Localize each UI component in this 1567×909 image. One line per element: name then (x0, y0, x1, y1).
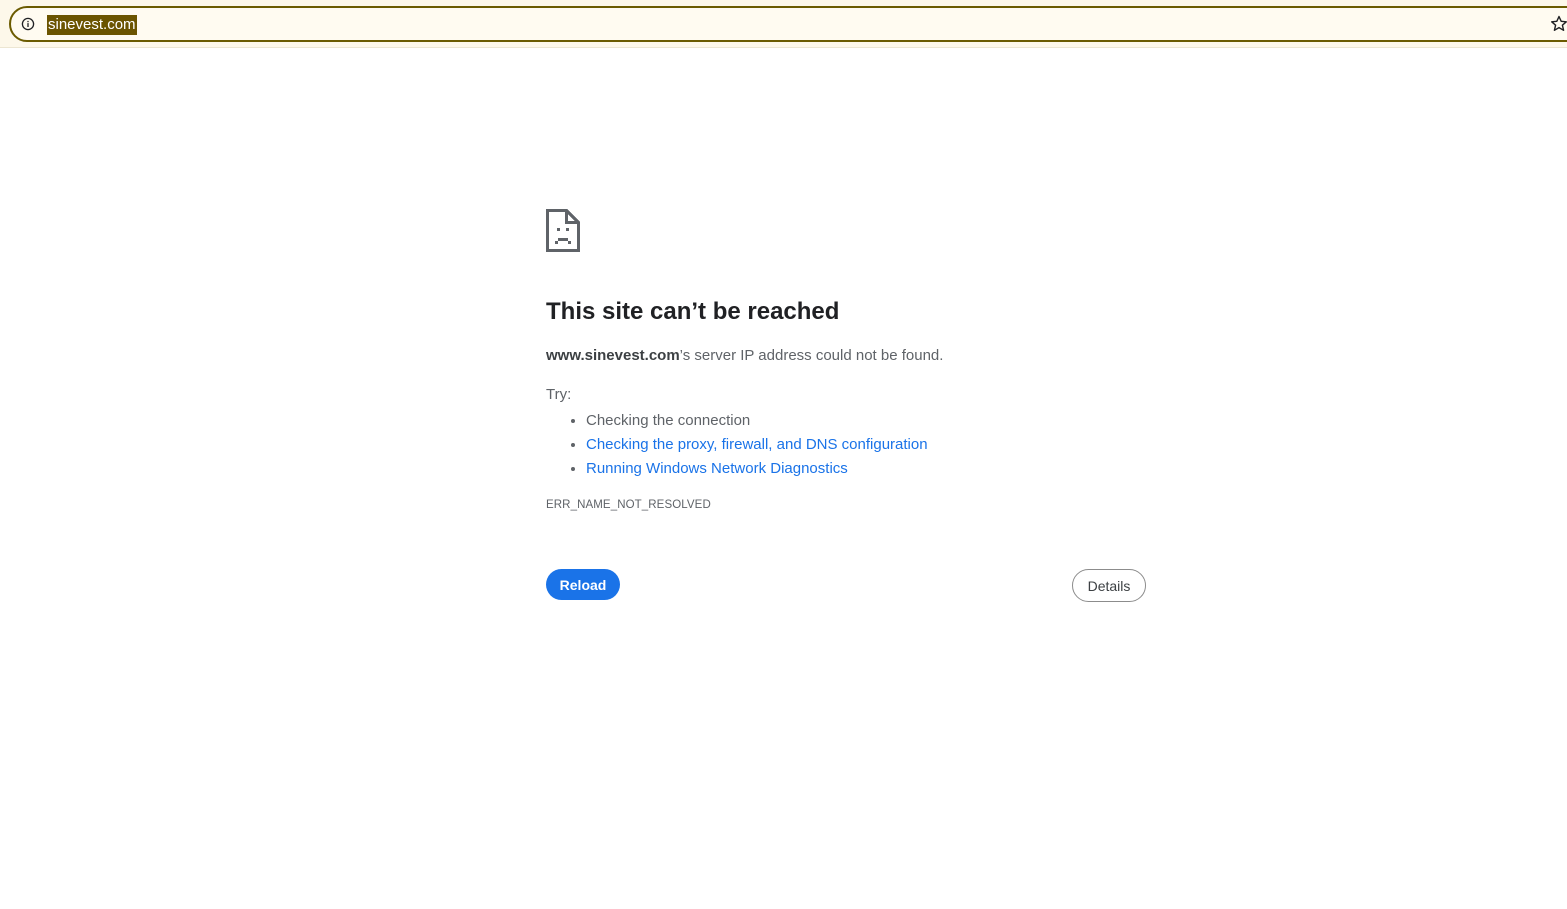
network-diagnostics-link[interactable]: Running Windows Network Diagnostics (586, 460, 848, 477)
try-label: Try: (546, 386, 572, 403)
suggestion-network-diagnostics: Running Windows Network Diagnostics (586, 457, 928, 481)
proxy-firewall-dns-link[interactable]: Checking the proxy, firewall, and DNS co… (586, 436, 928, 453)
reload-button[interactable]: Reload (546, 569, 620, 600)
suggestion-check-connection: Checking the connection (586, 409, 928, 433)
url-input[interactable]: sinevest.com (47, 14, 137, 36)
browser-toolbar: sinevest.com (0, 0, 1567, 48)
suggestion-proxy-firewall-dns: Checking the proxy, firewall, and DNS co… (586, 433, 928, 457)
page-title: This site can’t be reached (546, 298, 840, 325)
url-text: sinevest.com (47, 15, 137, 35)
error-summary-text: ’s server IP address could not be found. (679, 347, 944, 364)
error-host: www.sinevest.com (546, 347, 680, 364)
sad-page-icon (546, 209, 580, 252)
address-bar[interactable]: sinevest.com (9, 6, 1567, 42)
info-circle-icon[interactable] (21, 17, 35, 31)
error-summary: www.sinevest.com’s server IP address cou… (546, 347, 943, 364)
suggestions-list: Checking the connection Checking the pro… (546, 409, 928, 481)
details-button[interactable]: Details (1072, 569, 1146, 602)
star-icon[interactable] (1550, 15, 1567, 33)
error-code: ERR_NAME_NOT_RESOLVED (546, 499, 711, 511)
